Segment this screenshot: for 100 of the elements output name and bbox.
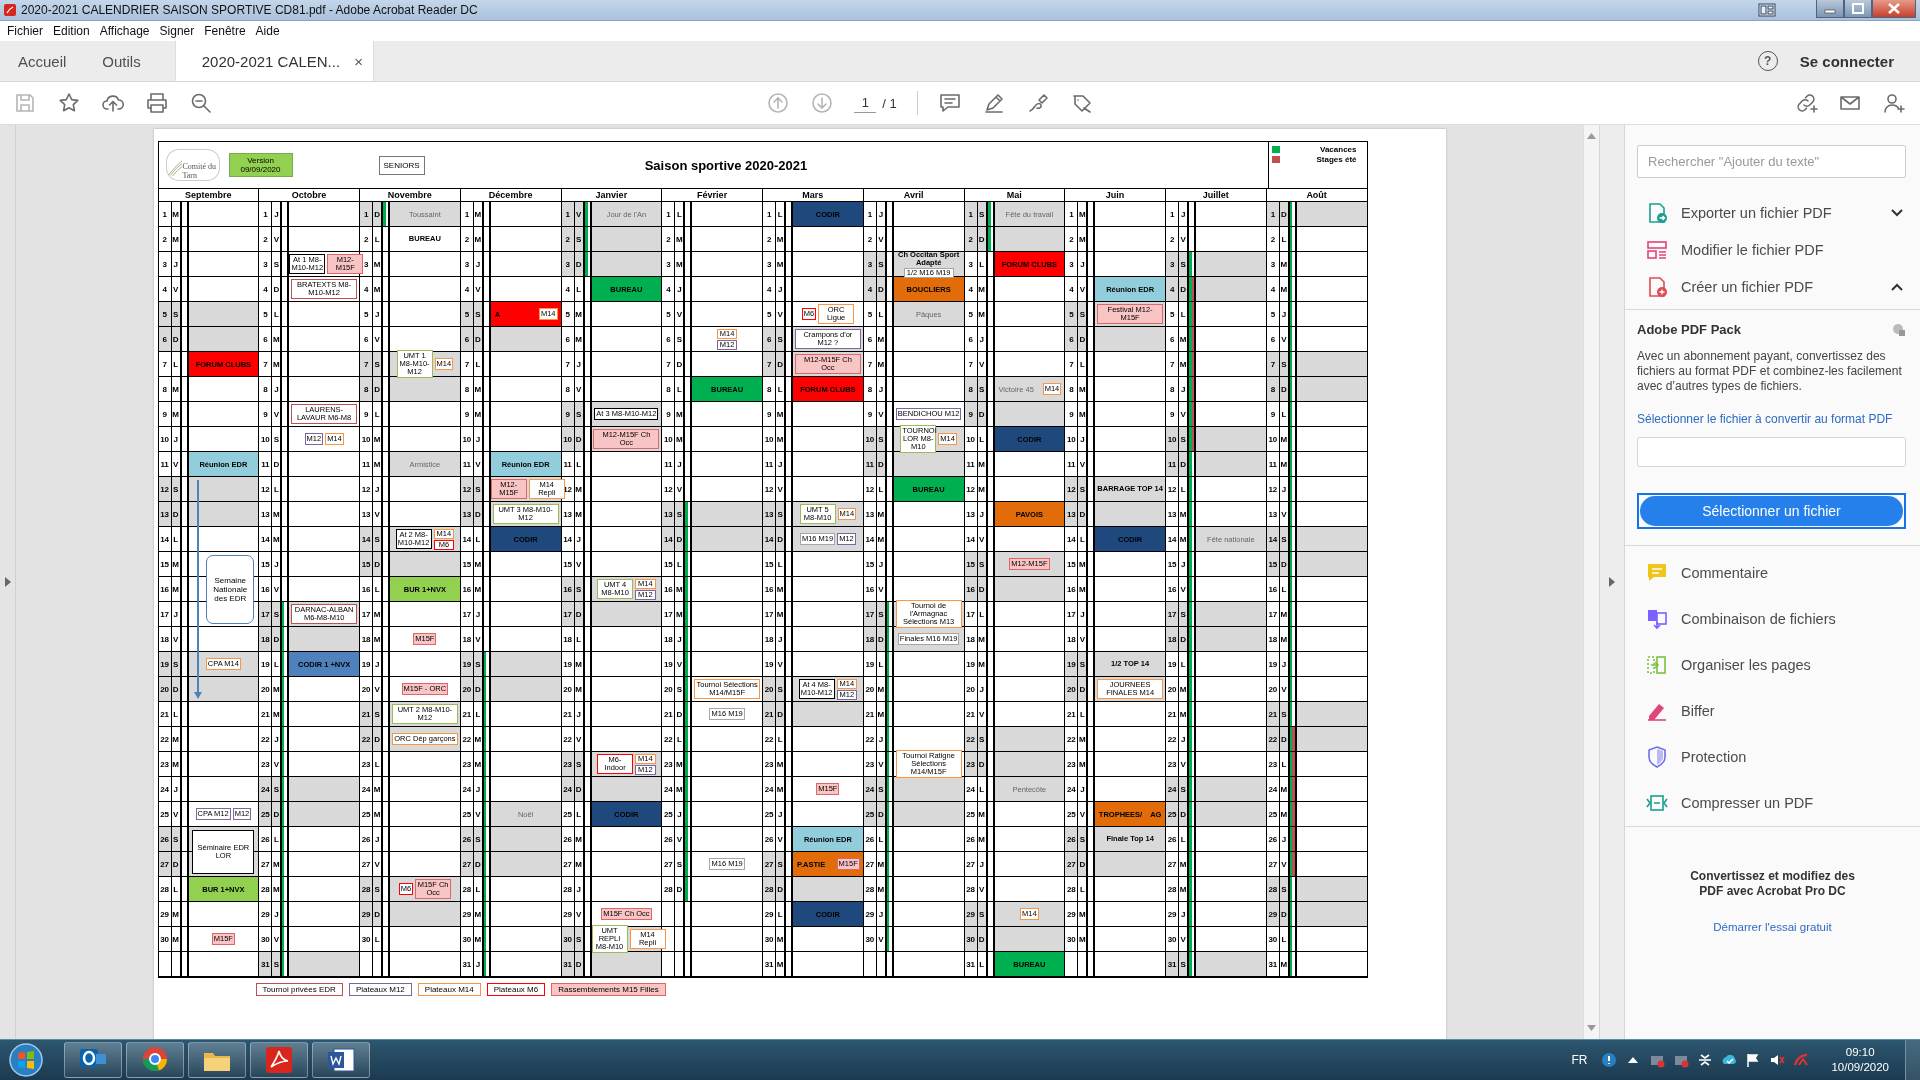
- sign-in-button[interactable]: Se connecter: [1799, 52, 1894, 70]
- menu-item[interactable]: Affichage: [94, 24, 155, 38]
- collapse-arrow-icon[interactable]: [1609, 577, 1615, 587]
- clock-date[interactable]: 10/09/2020: [1831, 1060, 1889, 1075]
- tool-item[interactable]: Modifier le fichier PDF: [1625, 231, 1920, 268]
- help-circle-icon[interactable]: [1601, 1052, 1618, 1068]
- weekday-letter: M: [1279, 952, 1290, 977]
- day-number: 30: [1065, 927, 1079, 952]
- day-number: 1: [763, 202, 776, 227]
- show-desktop-button[interactable]: [1905, 1040, 1920, 1080]
- menu-item[interactable]: Fenêtre: [199, 24, 251, 38]
- weekday-letter: J: [171, 252, 182, 277]
- taskbar-button[interactable]: [250, 1042, 308, 1078]
- tool-label: Biffer: [1681, 703, 1716, 719]
- weekday-letter: D: [1279, 202, 1290, 227]
- tab[interactable]: 2020-2021 CALEN... ×: [174, 41, 374, 81]
- tool-item[interactable]: Biffer: [1625, 688, 1920, 734]
- taskbar-button[interactable]: [126, 1042, 184, 1078]
- comment-icon[interactable]: [937, 91, 962, 115]
- weekday-letter: M: [1078, 402, 1089, 427]
- layout-icon[interactable]: [1758, 3, 1776, 17]
- tool-item[interactable]: Protection: [1625, 734, 1920, 780]
- day-number: 16: [763, 577, 776, 602]
- globe-icon[interactable]: [1892, 322, 1906, 337]
- scroll-down-icon[interactable]: [1587, 1025, 1596, 1031]
- taskbar-button[interactable]: [312, 1042, 370, 1078]
- clock-time[interactable]: 09:10: [1845, 1045, 1875, 1060]
- weekday-letter: M: [373, 802, 383, 827]
- zoom-icon[interactable]: [189, 91, 213, 115]
- share-link-icon[interactable]: [1794, 91, 1818, 115]
- weekday-letter: L: [1078, 877, 1089, 902]
- day-number: 19: [1266, 652, 1280, 677]
- tool-item[interactable]: Commentaire: [1625, 550, 1920, 596]
- tab[interactable]: Outils: [84, 41, 159, 81]
- day-number: 8: [662, 377, 676, 402]
- day-number: 24: [360, 777, 373, 802]
- tool-item[interactable]: Exporter un fichier PDF: [1625, 194, 1920, 231]
- empty-cell: [675, 902, 686, 927]
- menu-item[interactable]: Aide: [250, 24, 285, 38]
- day-number: 19: [158, 652, 172, 677]
- weekday-letter: J: [977, 327, 988, 352]
- weekday-letter: M: [977, 277, 988, 302]
- day-number: 8: [360, 377, 373, 402]
- weekday-letter: M: [574, 327, 585, 352]
- taskbar-button[interactable]: [64, 1042, 122, 1078]
- weekday-letter: J: [876, 377, 887, 402]
- weekday-letter: J: [473, 777, 484, 802]
- day-number: 26: [1266, 827, 1280, 852]
- day-number: 28: [460, 877, 474, 902]
- month-header: Octobre: [259, 189, 359, 202]
- day-number: 10: [1166, 427, 1179, 452]
- weekday-letter: L: [171, 702, 182, 727]
- weekday-letter: D: [776, 702, 786, 727]
- scrollbar[interactable]: [1583, 125, 1599, 1039]
- weekday-letter: L: [876, 302, 887, 327]
- scroll-up-icon[interactable]: [1587, 133, 1596, 139]
- day-number: 12: [964, 477, 978, 502]
- add-user-icon[interactable]: [1882, 91, 1906, 115]
- menu-item[interactable]: Signer: [154, 24, 200, 38]
- weekday-letter: M: [1279, 602, 1290, 627]
- day-number: 13: [662, 502, 676, 527]
- tool-item[interactable]: Compresser un PDF: [1625, 780, 1920, 826]
- close-tab-button[interactable]: ×: [354, 52, 363, 70]
- taskbar-button[interactable]: [188, 1042, 246, 1078]
- maximize-button[interactable]: [1844, 0, 1872, 18]
- menu-item[interactable]: Fichier: [2, 24, 48, 38]
- day-number: 17: [1166, 602, 1179, 627]
- weekday-letter: M: [876, 527, 887, 552]
- star-icon[interactable]: [57, 91, 81, 115]
- free-trial-link[interactable]: Démarrer l'essai gratuit: [1713, 921, 1832, 933]
- day-number: 17: [1266, 602, 1280, 627]
- day-number: 25: [1166, 802, 1179, 827]
- file-field[interactable]: [1637, 437, 1906, 467]
- day-number: 17: [360, 602, 373, 627]
- weekday-letter: S: [1279, 352, 1290, 377]
- weekday-letter: S: [171, 652, 182, 677]
- day-number: 16: [662, 577, 676, 602]
- close-button[interactable]: [1872, 0, 1916, 18]
- tool-item[interactable]: Combinaison de fichiers: [1625, 596, 1920, 642]
- day-number: 3: [1166, 252, 1179, 277]
- tool-item[interactable]: Organiser les pages: [1625, 642, 1920, 688]
- tool-item[interactable]: Créer un fichier PDF: [1625, 268, 1920, 305]
- minimize-button[interactable]: [1816, 0, 1844, 18]
- start-button[interactable]: [8, 1042, 44, 1078]
- language-indicator[interactable]: FR: [1571, 1053, 1588, 1067]
- expand-arrow-icon[interactable]: [4, 577, 11, 587]
- day-number: 18: [561, 627, 575, 652]
- weekday-letter: J: [272, 202, 283, 227]
- printer-icon[interactable]: [145, 91, 169, 115]
- weekday-letter: L: [272, 302, 283, 327]
- weekday-letter: D: [171, 852, 182, 877]
- day-number: 11: [561, 452, 575, 477]
- select-file-button[interactable]: Sélectionner un fichier: [1640, 496, 1903, 526]
- speaker-muted-icon[interactable]: [1769, 1052, 1786, 1068]
- weekday-letter: M: [574, 477, 585, 502]
- day-number: 25: [1266, 802, 1280, 827]
- search-field[interactable]: Rechercher "Ajouter du texte": [1637, 145, 1906, 178]
- select-file-link[interactable]: Sélectionner le fichier à convertir au format PDF: [1637, 412, 1906, 427]
- menu-item[interactable]: Edition: [48, 24, 95, 38]
- tab[interactable]: Accueil: [0, 41, 85, 81]
